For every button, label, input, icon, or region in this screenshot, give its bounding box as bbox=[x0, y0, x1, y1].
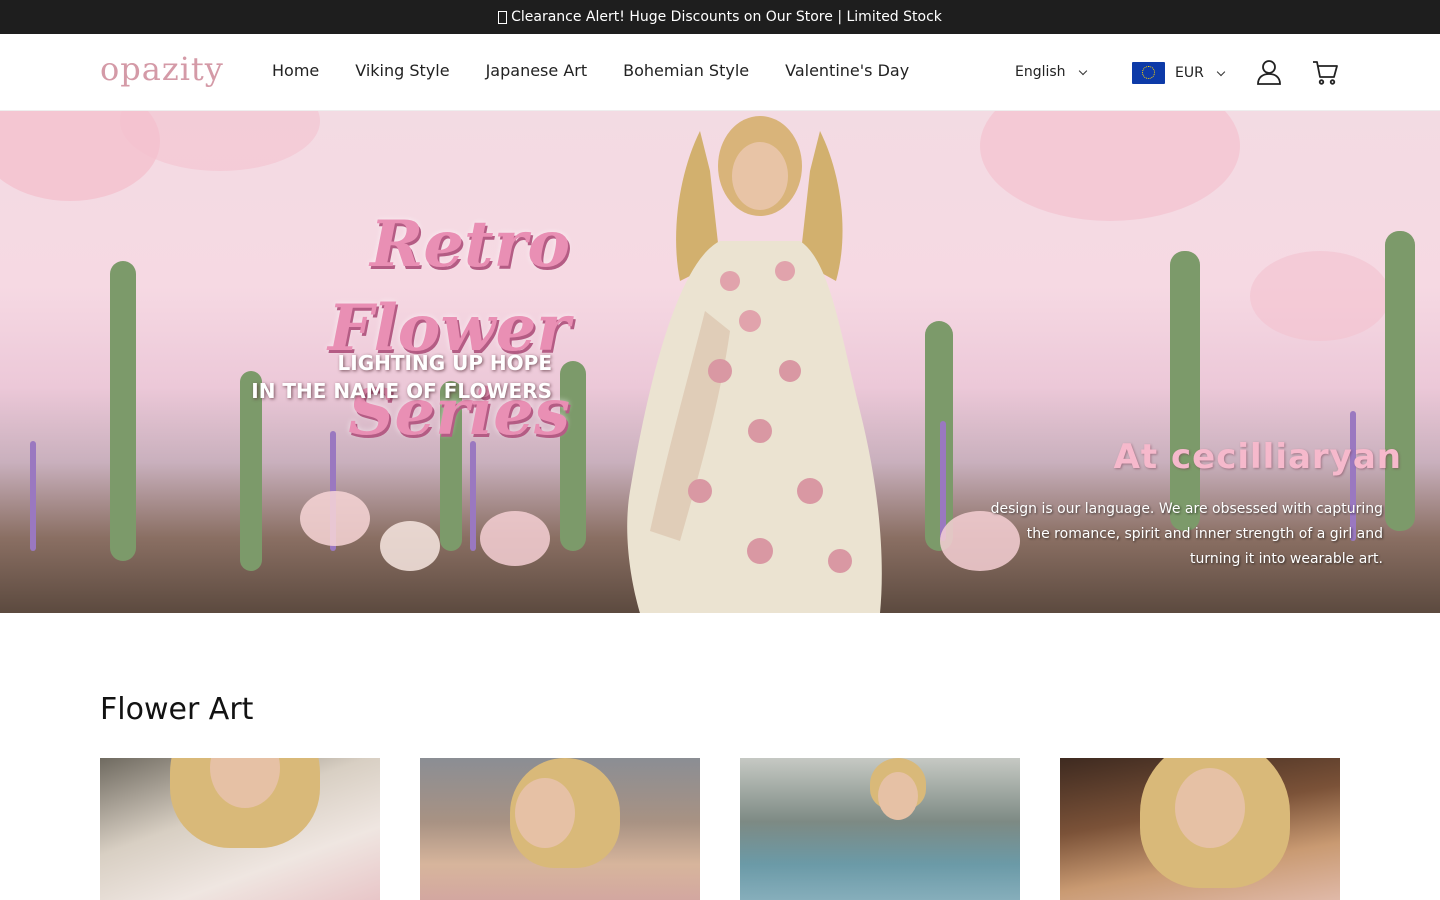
model-figure bbox=[627, 116, 882, 613]
announcement-bar[interactable]: Clearance Alert! Huge Discounts on Our S… bbox=[0, 0, 1440, 34]
language-selector[interactable]: English bbox=[1015, 64, 1087, 80]
flower-decoration bbox=[380, 521, 440, 571]
flower-decoration bbox=[300, 491, 370, 546]
site-header: opazity Home Viking Style Japanese Art B… bbox=[0, 34, 1440, 111]
announcement-text: Clearance Alert! Huge Discounts on Our S… bbox=[511, 9, 942, 25]
user-icon[interactable] bbox=[1255, 58, 1283, 86]
blossom-decoration bbox=[980, 111, 1240, 221]
hero-copy-line: design is our language. We are obsessed … bbox=[990, 501, 1383, 517]
blossom-decoration bbox=[1250, 251, 1390, 341]
nav-item-home[interactable]: Home bbox=[272, 61, 319, 80]
hero-brand: At cecilliaryan bbox=[1113, 437, 1402, 477]
hero-banner[interactable]: Retro Flower Series LIGHTING UP HOPE IN … bbox=[0, 111, 1440, 613]
hero-copy-line: turning it into wearable art. bbox=[1189, 551, 1383, 567]
megaphone-icon bbox=[498, 10, 508, 24]
flower-decoration bbox=[480, 511, 550, 566]
hero-title-line: Retro Flower bbox=[328, 207, 570, 366]
cactus-decoration bbox=[1385, 231, 1415, 531]
hero-copy: design is our language. We are obsessed … bbox=[963, 497, 1383, 572]
currency-selector[interactable]: EUR bbox=[1132, 62, 1226, 84]
nav-item-japanese-art[interactable]: Japanese Art bbox=[486, 61, 588, 80]
hero-copy-line: the romance, spirit and inner strength o… bbox=[1026, 526, 1383, 542]
site-logo[interactable]: opazity bbox=[100, 50, 224, 88]
product-image-detail bbox=[878, 772, 918, 820]
product-image-detail bbox=[1175, 768, 1245, 848]
hero-subtitle-line: LIGHTING UP HOPE bbox=[337, 351, 552, 375]
hero-subtitle: LIGHTING UP HOPE IN THE NAME OF FLOWERS bbox=[230, 349, 552, 405]
product-card[interactable] bbox=[420, 758, 700, 900]
cactus-decoration bbox=[925, 321, 953, 551]
chevron-down-icon bbox=[1078, 66, 1087, 75]
lavender-decoration bbox=[940, 421, 946, 541]
currency-label: EUR bbox=[1175, 65, 1204, 81]
main-nav: Home Viking Style Japanese Art Bohemian … bbox=[272, 61, 909, 80]
cactus-decoration bbox=[1170, 251, 1200, 531]
nav-item-bohemian-style[interactable]: Bohemian Style bbox=[623, 61, 749, 80]
product-grid bbox=[100, 758, 1340, 900]
nav-item-viking-style[interactable]: Viking Style bbox=[355, 61, 449, 80]
eu-flag-icon bbox=[1132, 62, 1165, 84]
product-card[interactable] bbox=[740, 758, 1020, 900]
hero-subtitle-line: IN THE NAME OF FLOWERS bbox=[251, 379, 552, 403]
language-label: English bbox=[1015, 64, 1066, 80]
section-title: Flower Art bbox=[100, 692, 254, 727]
lavender-decoration bbox=[30, 441, 36, 551]
product-card[interactable] bbox=[1060, 758, 1340, 900]
lavender-decoration bbox=[470, 441, 476, 551]
product-image-detail bbox=[515, 778, 575, 848]
product-card[interactable] bbox=[100, 758, 380, 900]
nav-item-valentines-day[interactable]: Valentine's Day bbox=[785, 61, 909, 80]
cart-icon[interactable] bbox=[1311, 58, 1339, 86]
hero-title: Retro Flower Series bbox=[120, 203, 570, 455]
chevron-down-icon bbox=[1216, 67, 1226, 76]
